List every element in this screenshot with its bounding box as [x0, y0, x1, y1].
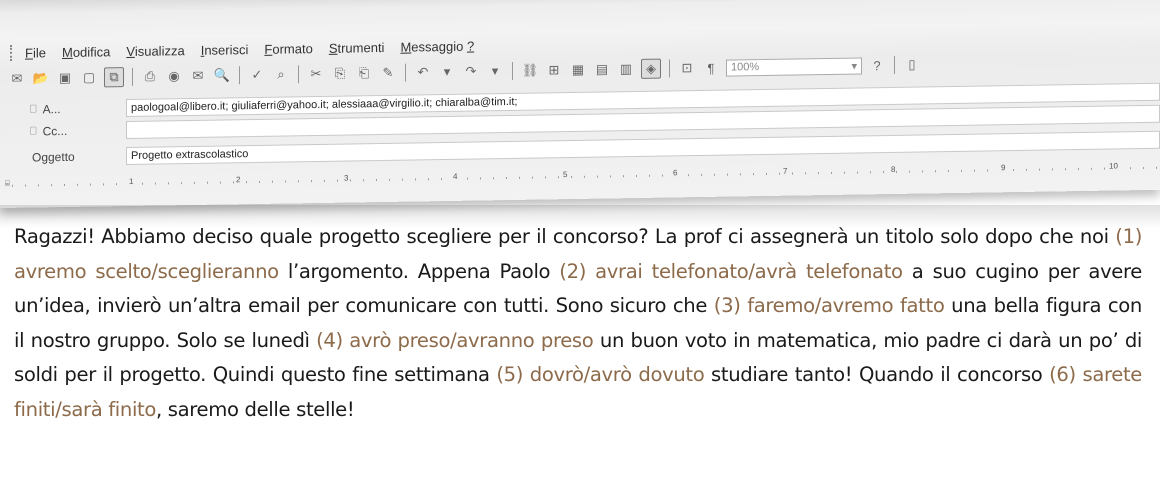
open-icon[interactable]: 📂 — [32, 69, 50, 87]
print-icon[interactable]: ⎙ — [141, 68, 159, 86]
document-map-icon[interactable]: ⊡ — [678, 59, 696, 77]
ruler-number: 1 — [128, 176, 135, 186]
pilcrow-icon[interactable]: ¶ — [702, 59, 720, 77]
undo-dropdown-icon[interactable]: ▾ — [438, 63, 456, 81]
zoom-value: 100% — [731, 61, 760, 74]
exercise-text: Ragazzi! Abbiamo deciso quale progetto s… — [14, 220, 1142, 428]
to-label: A... — [42, 102, 61, 117]
insert-table-icon[interactable]: ▦ — [569, 61, 587, 79]
menu-modifica[interactable]: Modifica — [62, 44, 110, 60]
toolbar-separator — [894, 55, 895, 74]
address-book-icon: ⎕ — [30, 124, 37, 138]
text-segment: l’argomento. Appena Paolo — [278, 259, 560, 283]
ruler-number: 4 — [452, 171, 459, 181]
text-segment: studiare tanto! Quando il concorso — [704, 363, 1050, 387]
toolbar-separator — [512, 61, 513, 80]
toolbar-separator — [298, 65, 299, 84]
zoom-select[interactable]: 100% ▾ — [726, 56, 862, 77]
preview-icon[interactable]: 🔍 — [213, 66, 231, 84]
menu-inserisci[interactable]: Inserisci — [201, 42, 249, 58]
address-book-icon[interactable]: ◉ — [165, 67, 183, 85]
ruler-tab-icon[interactable]: ⌸ — [4, 178, 11, 189]
ruler-number: 5 — [562, 170, 569, 180]
research-icon[interactable]: ⌕ — [272, 65, 290, 83]
ruler-number: 8 — [890, 164, 897, 175]
columns-icon[interactable]: ▥ — [617, 60, 635, 78]
drawing-icon[interactable]: ◈ — [641, 58, 661, 79]
new-icon[interactable]: ▢ — [80, 68, 98, 86]
attach-icon[interactable]: ⧉ — [104, 67, 124, 88]
toolbar-separator — [405, 63, 406, 82]
save-icon[interactable]: ▣ — [56, 69, 74, 87]
answer-option-4: (4) avrò preso/avranno preso — [316, 328, 594, 352]
chevron-down-icon: ▾ — [851, 60, 857, 73]
paste-icon[interactable]: ⎗ — [355, 64, 373, 82]
menu-strumenti[interactable]: Strumenti — [329, 39, 385, 55]
tables-icon[interactable]: ⊞ — [545, 61, 563, 79]
answer-option-2: (2) avrai telefonato/avrà telefonato — [559, 259, 903, 283]
redo-dropdown-icon[interactable]: ▾ — [486, 62, 504, 80]
send-icon[interactable]: ✉ — [8, 70, 26, 88]
text-segment: , saremo delle stelle! — [156, 397, 355, 421]
ruler-number: 7 — [782, 166, 789, 176]
menu-file[interactable]: File — [25, 45, 46, 60]
answer-option-5: (5) dovrò/avrò dovuto — [496, 363, 705, 387]
redo-icon[interactable]: ↷ — [462, 62, 480, 80]
answer-option-3: (3) faremo/avremo fatto — [713, 294, 945, 318]
cc-label: Cc... — [42, 123, 68, 139]
subject-label: Oggetto — [32, 149, 75, 165]
hyperlink-icon[interactable]: ⛓ — [521, 62, 539, 80]
cut-icon[interactable]: ✂ — [307, 65, 325, 83]
ruler-number: 9 — [1000, 163, 1007, 173]
ruler-number: 3 — [343, 173, 350, 183]
read-icon[interactable]: ▯ — [903, 56, 921, 74]
email-compose-window: File Modifica Visualizza Inserisci Forma… — [0, 0, 1160, 208]
toolbar-separator — [132, 67, 133, 86]
undo-icon[interactable]: ↶ — [414, 63, 432, 81]
cc-button[interactable]: ⎕ Cc... — [0, 123, 118, 139]
to-button[interactable]: ⎕ A... — [0, 101, 118, 117]
mail-icon[interactable]: ✉ — [189, 67, 207, 85]
message-header: ⎕ A... paologoal@libero.it; giuliaferri@y… — [0, 80, 1160, 192]
copy-icon[interactable]: ⎘ — [331, 65, 349, 83]
menu-formato[interactable]: Formato — [264, 41, 312, 57]
spelling-icon[interactable]: ✓ — [248, 66, 266, 84]
ruler-number: 6 — [672, 168, 679, 178]
toolbar-separator — [669, 59, 670, 78]
text-segment: Ragazzi! Abbiamo deciso quale progetto s… — [14, 225, 1116, 248]
address-book-icon: ⎕ — [30, 102, 37, 116]
menu-messaggio[interactable]: Messaggio ? — [400, 38, 474, 54]
menu-visualizza[interactable]: Visualizza — [126, 43, 184, 59]
help-icon[interactable]: ? — [868, 56, 886, 74]
ruler-number: 10 — [1108, 161, 1119, 171]
menu-grip[interactable] — [10, 44, 15, 61]
excel-icon[interactable]: ▤ — [593, 60, 611, 78]
format-painter-icon[interactable]: ✎ — [379, 64, 397, 82]
toolbar-separator — [239, 66, 240, 85]
ruler-number: 2 — [235, 175, 242, 185]
